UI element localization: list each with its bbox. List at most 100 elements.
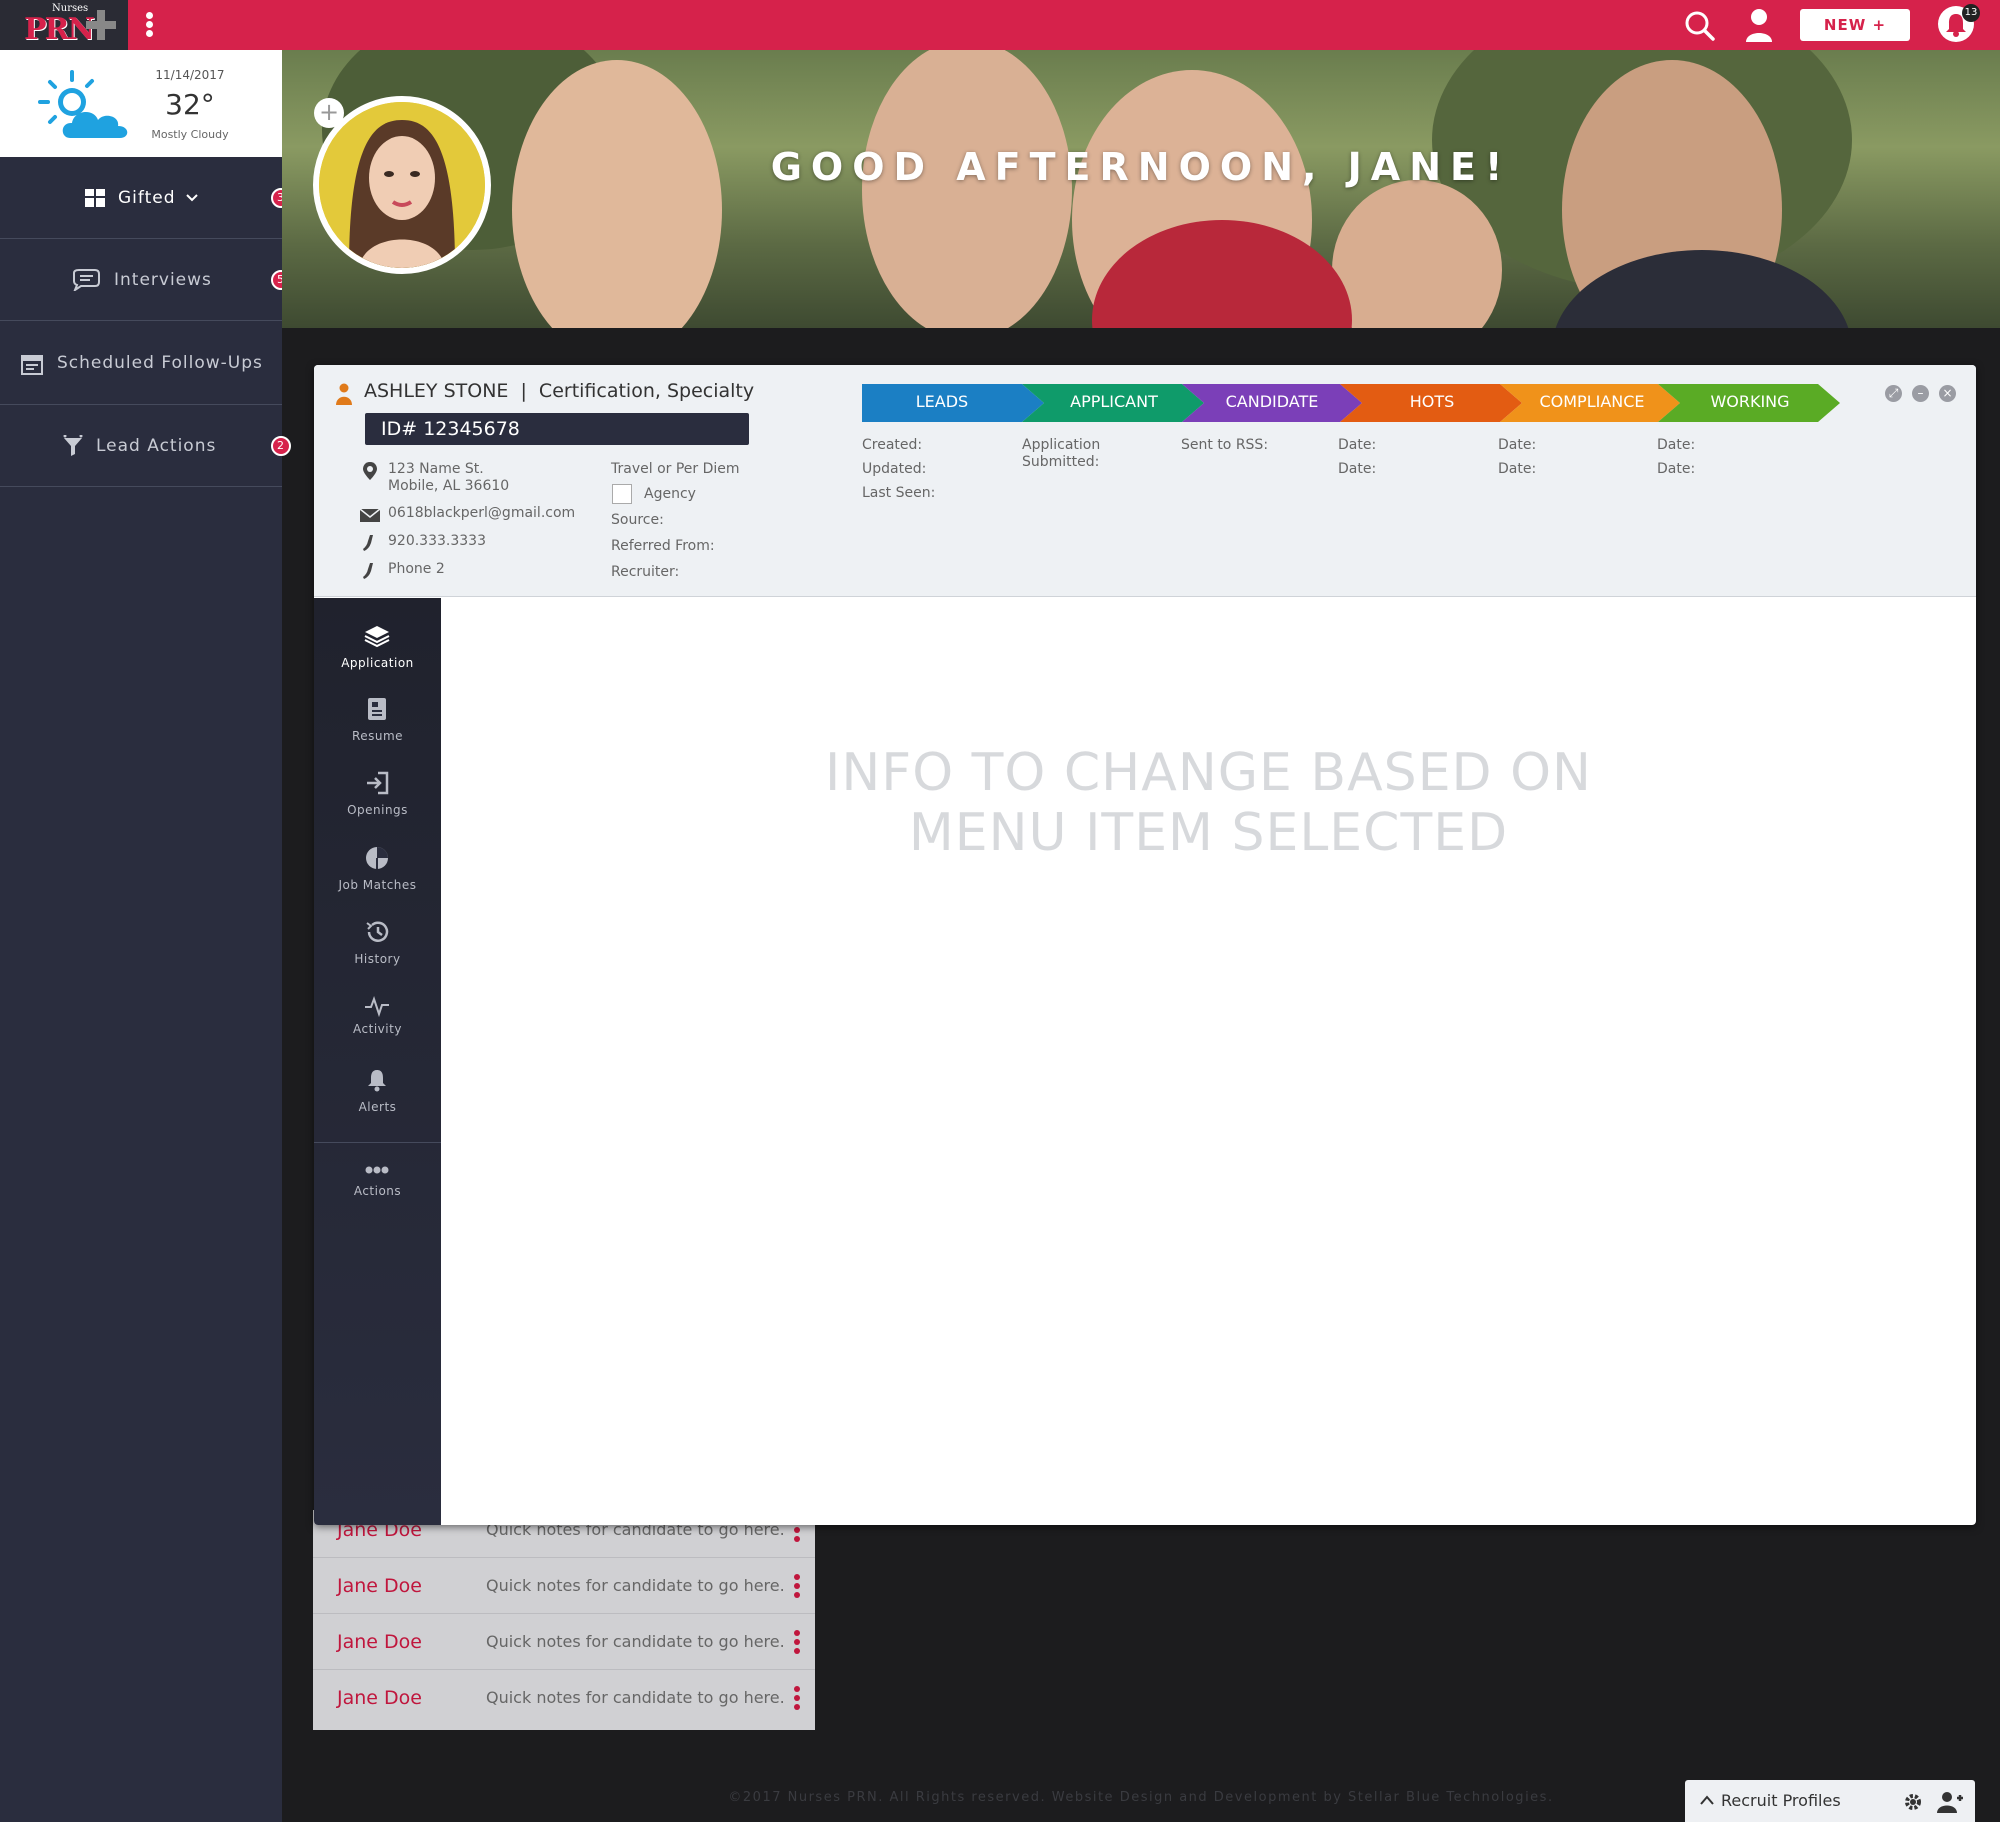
candidate-note: Quick notes for candidate to go here. <box>486 1688 785 1707</box>
sidebar-item-lead-actions[interactable]: Lead Actions 2 <box>0 405 291 487</box>
pulse-icon <box>365 996 389 1018</box>
main-menu-icon[interactable] <box>146 12 154 38</box>
close-button[interactable]: × <box>1939 385 1956 402</box>
bell-icon <box>368 1070 386 1092</box>
sidebar: 11/14/2017 32° Mostly Cloudy Gifted 3 In… <box>0 50 291 1822</box>
profile-card: ASHLEY STONE | Certification, Specialty … <box>314 365 1976 1525</box>
search-icon[interactable] <box>1684 10 1716 42</box>
tab-alerts[interactable]: Alerts <box>314 1068 441 1140</box>
stage-candidate[interactable]: CANDIDATE <box>1192 384 1352 420</box>
email-link[interactable]: 0618blackperl@gmail.com <box>388 505 575 522</box>
list-item[interactable]: Jane Doe Quick notes for candidate to go… <box>313 1614 815 1670</box>
candidate-name[interactable]: Jane Doe <box>337 1670 422 1726</box>
recruit-profiles-bar[interactable]: Recruit Profiles <box>1685 1780 1975 1822</box>
tab-openings[interactable]: Openings <box>314 771 441 843</box>
sidebar-item-interviews[interactable]: Interviews 5 <box>0 239 291 321</box>
sidebar-item-scheduled-follow-ups[interactable]: Scheduled Follow-Ups <box>0 321 282 405</box>
tab-job-matches[interactable]: Job Matches <box>314 846 441 918</box>
address-line-1: 123 Name St. <box>388 461 484 477</box>
sidebar-item-label: Gifted <box>118 188 176 208</box>
created-label: Created: <box>862 437 923 453</box>
add-photo-button[interactable]: + <box>314 98 344 128</box>
application-submitted-line-2: Submitted: <box>1022 454 1100 470</box>
top-bar: Nurses PRN NEW + 13 <box>0 0 2000 50</box>
stage-working[interactable]: WORKING <box>1670 384 1830 420</box>
chevron-down-icon <box>186 194 198 202</box>
application-submitted-label: Application Submitted: <box>1022 437 1100 471</box>
candidate-title: ASHLEY STONE | Certification, Specialty <box>364 380 754 402</box>
hots-date-label: Date: <box>1338 437 1377 453</box>
document-icon <box>368 698 386 720</box>
tab-activity[interactable]: Activity <box>314 994 441 1066</box>
tab-label: Job Matches <box>338 878 417 892</box>
history-icon <box>366 921 389 942</box>
phone-1-text[interactable]: 920.333.3333 <box>388 533 486 550</box>
tab-label: History <box>354 952 401 966</box>
quick-notes-list: Jane Doe Quick notes for candidate to go… <box>313 1510 815 1730</box>
candidate-name[interactable]: Jane Doe <box>337 1558 422 1614</box>
candidate-note: Quick notes for candidate to go here. <box>486 1576 785 1595</box>
tab-history[interactable]: History <box>314 920 441 992</box>
tab-resume[interactable]: Resume <box>314 697 441 769</box>
sidebar-item-label: Scheduled Follow-Ups <box>57 353 263 373</box>
phone-2-text[interactable]: Phone 2 <box>388 561 445 578</box>
funnel-icon <box>63 435 83 456</box>
sidebar-item-gifted[interactable]: Gifted 3 <box>0 157 291 239</box>
phone-icon <box>363 563 373 579</box>
more-icon[interactable] <box>794 1686 800 1713</box>
travel-label: Travel or Per Diem <box>611 461 740 477</box>
compliance-date-label: Date: <box>1498 461 1537 477</box>
profile-photo <box>319 102 485 268</box>
stage-compliance[interactable]: COMPLIANCE <box>1512 384 1672 420</box>
candidate-id: ID# 12345678 <box>365 413 749 445</box>
tab-actions[interactable]: Actions <box>314 1164 441 1236</box>
tab-label: Activity <box>353 1022 402 1036</box>
stage-applicant[interactable]: APPLICANT <box>1034 384 1194 420</box>
list-item[interactable]: Jane Doe Quick notes for candidate to go… <box>313 1670 815 1726</box>
stage-hots[interactable]: HOTS <box>1352 384 1512 420</box>
sidebar-badge: 2 <box>271 436 291 456</box>
sidebar-item-label: Lead Actions <box>96 436 217 456</box>
tab-label: Resume <box>351 729 404 743</box>
add-user-icon[interactable] <box>1937 1791 1963 1813</box>
application-submitted-line-1: Application <box>1022 437 1101 453</box>
tab-label: Alerts <box>358 1100 397 1114</box>
expand-button[interactable]: ⤢ <box>1885 385 1902 402</box>
logo[interactable]: Nurses PRN <box>0 0 128 50</box>
referred-from-label: Referred From: <box>611 538 715 554</box>
sent-to-rss-label: Sent to RSS: <box>1181 437 1269 453</box>
envelope-icon <box>360 508 380 522</box>
more-icon <box>365 1166 389 1174</box>
compliance-date-label: Date: <box>1498 437 1537 453</box>
candidate-full-name: ASHLEY STONE <box>364 380 509 402</box>
gear-icon[interactable] <box>1903 1792 1923 1812</box>
placeholder-line-1: INFO TO CHANGE BASED ON <box>825 743 1592 803</box>
list-item[interactable]: Jane Doe Quick notes for candidate to go… <box>313 1558 815 1614</box>
recruiter-label: Recruiter: <box>611 564 680 580</box>
greeting: GOOD AFTERNOON, JANE! <box>770 145 1512 189</box>
layers-icon <box>364 626 390 648</box>
title-separator: | <box>520 380 527 402</box>
agency-checkbox[interactable] <box>612 484 632 504</box>
user-icon[interactable] <box>1745 8 1773 42</box>
logo-text: PRN <box>24 12 95 47</box>
more-icon[interactable] <box>794 1630 800 1657</box>
notification-badge: 13 <box>1962 4 1980 22</box>
new-button[interactable]: NEW + <box>1800 9 1910 41</box>
source-label: Source: <box>611 512 664 528</box>
more-icon[interactable] <box>794 1574 800 1601</box>
tab-label: Application <box>341 656 414 670</box>
candidate-name[interactable]: Jane Doe <box>337 1614 422 1670</box>
tab-application[interactable]: Application <box>314 624 441 696</box>
chevron-up-icon <box>1700 1795 1714 1805</box>
logo-cross-icon <box>86 10 116 40</box>
tab-label: Actions <box>353 1184 402 1198</box>
calendar-icon <box>21 355 43 375</box>
stage-leads[interactable]: LEADS <box>862 384 1022 420</box>
minimize-button[interactable]: – <box>1912 385 1929 402</box>
profile-header: ASHLEY STONE | Certification, Specialty … <box>314 365 1976 597</box>
address-line-2: Mobile, AL 36610 <box>388 478 510 494</box>
recruit-profiles-label: Recruit Profiles <box>1721 1791 1841 1810</box>
pie-chart-icon <box>366 847 388 869</box>
rail-divider <box>314 1142 441 1143</box>
